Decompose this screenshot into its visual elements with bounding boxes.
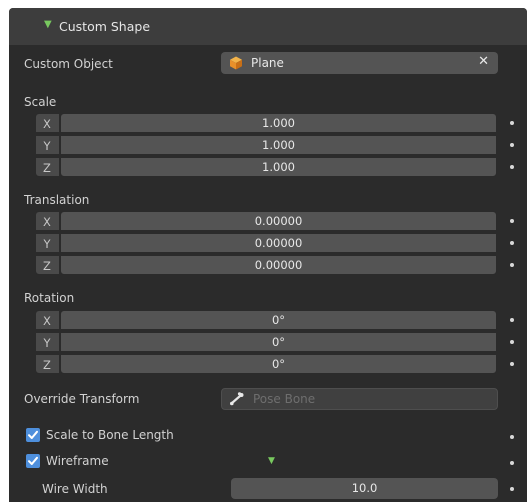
rotation-label: Rotation	[24, 291, 75, 305]
close-icon[interactable]: ✕	[478, 54, 489, 69]
override-transform-field[interactable]: Pose Bone	[221, 388, 498, 410]
translation-axis-x: X	[43, 215, 51, 229]
rotation-axis-y: Y	[43, 336, 51, 350]
wireframe-label[interactable]: Wireframe	[46, 454, 109, 468]
override-transform-label: Override Transform	[24, 392, 140, 406]
scale-to-bone-length-checkbox[interactable]	[26, 428, 40, 442]
translation-label: Translation	[24, 193, 90, 207]
custom-object-value: Plane	[251, 56, 284, 70]
translation-axis-z: Z	[43, 259, 51, 273]
bone-icon	[230, 392, 244, 406]
scale-label: Scale	[24, 95, 57, 109]
custom-shape-panel: ▼ Custom Shape Custom Object Plane ✕ Sca…	[9, 8, 527, 502]
custom-object-field[interactable]: Plane ✕	[221, 52, 498, 74]
scale-to-bone-length-label[interactable]: Scale to Bone Length	[46, 428, 174, 442]
scale-axis-z: Z	[43, 161, 51, 175]
override-transform-placeholder: Pose Bone	[253, 392, 316, 406]
keyframe-dot-icon[interactable]	[510, 340, 514, 344]
panel-header[interactable]: ▼ Custom Shape	[9, 8, 527, 45]
rotation-y-field[interactable]: 0°	[60, 332, 497, 352]
rotation-axis-z: Z	[43, 358, 51, 372]
keyframe-dot-icon[interactable]	[510, 219, 514, 223]
rotation-axis-x: X	[43, 314, 51, 328]
wireframe-checkbox[interactable]	[26, 454, 40, 468]
keyframe-dot-icon[interactable]	[510, 318, 514, 322]
triangle-down-icon[interactable]: ▼	[268, 456, 275, 466]
translation-y-field[interactable]: 0.00000	[60, 233, 497, 253]
keyframe-dot-icon[interactable]	[510, 487, 514, 491]
scale-axis-y: Y	[43, 139, 51, 153]
scale-x-field[interactable]: 1.000	[60, 113, 497, 133]
checkmark-icon	[28, 430, 38, 439]
keyframe-dot-icon[interactable]	[510, 241, 514, 245]
keyframe-dot-icon[interactable]	[510, 263, 514, 267]
object-cube-icon	[230, 56, 242, 70]
translation-z-field[interactable]: 0.00000	[60, 255, 497, 275]
rotation-z-field[interactable]: 0°	[60, 354, 497, 374]
keyframe-dot-icon[interactable]	[510, 362, 514, 366]
keyframe-dot-icon[interactable]	[510, 121, 514, 125]
keyframe-dot-icon[interactable]	[510, 143, 514, 147]
wire-width-label: Wire Width	[42, 482, 108, 496]
rotation-x-field[interactable]: 0°	[60, 310, 497, 330]
keyframe-dot-icon[interactable]	[510, 435, 514, 439]
checkmark-icon	[28, 456, 38, 465]
keyframe-dot-icon[interactable]	[510, 165, 514, 169]
scale-axis-x: X	[43, 117, 51, 131]
keyframe-dot-icon[interactable]	[510, 461, 514, 465]
scale-z-field[interactable]: 1.000	[60, 157, 497, 177]
scale-y-field[interactable]: 1.000	[60, 135, 497, 155]
custom-object-label: Custom Object	[24, 57, 113, 71]
translation-x-field[interactable]: 0.00000	[60, 211, 497, 231]
triangle-down-icon: ▼	[44, 19, 52, 30]
panel-title: Custom Shape	[59, 19, 151, 34]
translation-axis-y: Y	[43, 237, 51, 251]
wire-width-field[interactable]: 10.0	[231, 478, 498, 499]
